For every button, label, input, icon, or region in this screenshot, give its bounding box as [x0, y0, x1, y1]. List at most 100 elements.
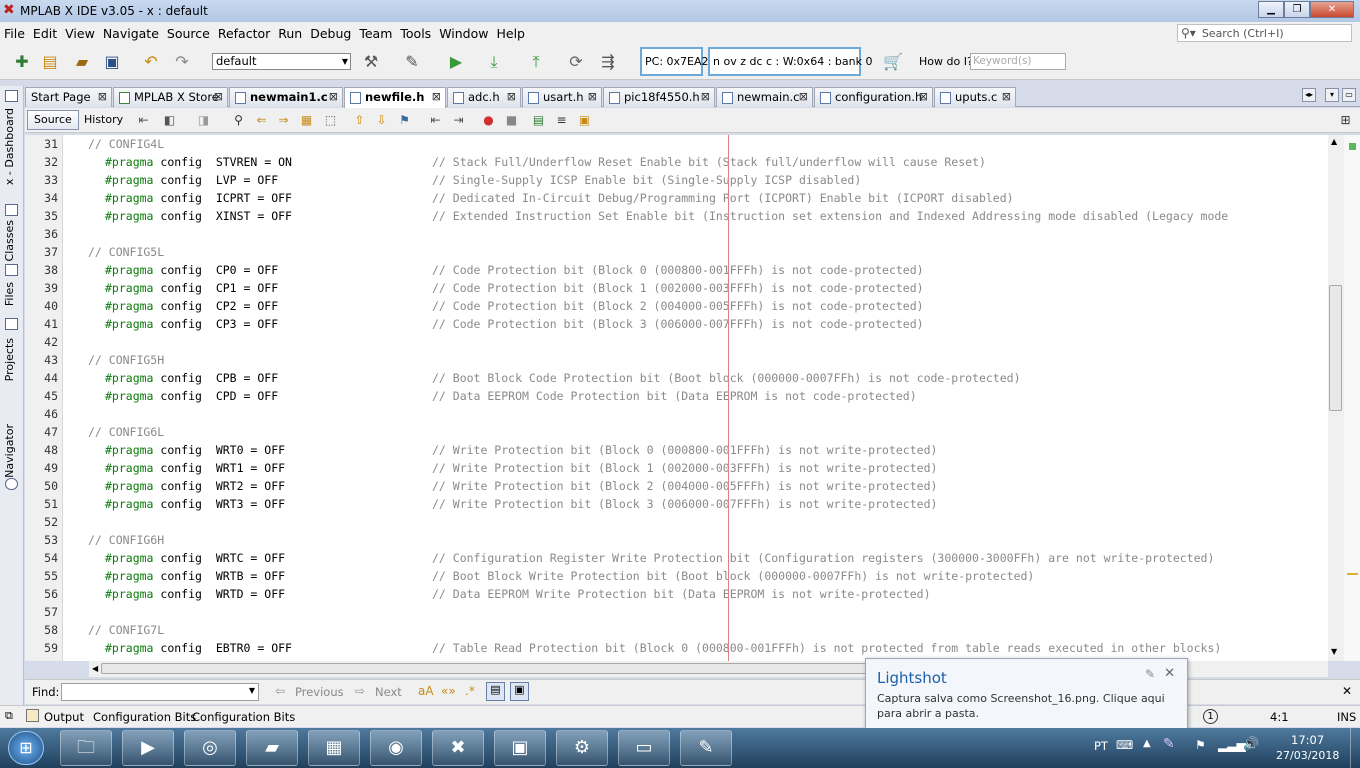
keyboard-icon[interactable]: ⌨: [1116, 738, 1133, 752]
cart-icon[interactable]: 🛒: [883, 52, 903, 72]
menu-team[interactable]: Team: [355, 26, 396, 41]
stop-macro-icon[interactable]: ■: [503, 112, 520, 128]
scroll-down-icon[interactable]: ▼: [1331, 647, 1337, 656]
clean-build-icon[interactable]: ✎: [402, 52, 422, 72]
configuration-select[interactable]: default ▼: [212, 53, 351, 70]
tools-taskbar-icon[interactable]: ⚙: [556, 730, 608, 766]
previous-arrow-icon[interactable]: ⇦: [275, 684, 285, 698]
menu-file[interactable]: File: [0, 26, 29, 41]
wrap-around-icon[interactable]: ▣: [510, 682, 529, 701]
tab-configuration-h[interactable]: configuration.h ⊠: [814, 87, 933, 107]
explorer-taskbar-icon[interactable]: 🗀: [60, 730, 112, 766]
next-bookmark-icon[interactable]: ⇩: [373, 112, 390, 128]
show-desktop-button[interactable]: [1350, 728, 1360, 768]
code-editor[interactable]: 31 32 33 34 35 36 37 38 39 40 41 42 43 44 45 46 47 48 49 50…: [25, 135, 1328, 661]
window-taskbar-icon[interactable]: ▭: [618, 730, 670, 766]
find-previous-button[interactable]: Previous: [295, 685, 344, 699]
next-arrow-icon[interactable]: ⇨: [355, 684, 365, 698]
close-icon[interactable]: ⊠: [214, 88, 223, 106]
build-hammer-icon[interactable]: ⚒: [361, 52, 381, 72]
menu-source[interactable]: Source: [163, 26, 214, 41]
chevron-down-icon[interactable]: ▼: [249, 686, 255, 695]
sidebar-tab-projects[interactable]: Projects: [3, 338, 16, 381]
record-macro-icon[interactable]: ●: [480, 112, 497, 128]
new-file-icon[interactable]: ▤: [40, 52, 60, 72]
last-edit-icon[interactable]: ⇤: [135, 112, 152, 128]
close-icon[interactable]: ✕: [1164, 666, 1175, 681]
chrome-taskbar-icon[interactable]: ◎: [184, 730, 236, 766]
close-icon[interactable]: ⊠: [799, 88, 808, 106]
app-taskbar-icon[interactable]: ◉: [370, 730, 422, 766]
editor-vertical-scrollbar[interactable]: ▲ ▼: [1328, 135, 1344, 661]
lightshot-notification[interactable]: Lightshot ✎ ✕ Captura salva como Screens…: [865, 658, 1188, 730]
maximize-button[interactable]: ❐: [1284, 1, 1310, 18]
highlight-results-icon[interactable]: ▤: [486, 682, 505, 701]
history-view-tab[interactable]: History: [77, 110, 130, 130]
toggle-highlight-icon[interactable]: ▦: [298, 112, 315, 128]
language-indicator[interactable]: PT: [1094, 739, 1108, 753]
menu-view[interactable]: View: [61, 26, 99, 41]
menu-run[interactable]: Run: [274, 26, 306, 41]
network-icon[interactable]: ▂▃▅: [1218, 738, 1246, 752]
notes-taskbar-icon[interactable]: ▰: [246, 730, 298, 766]
media-player-taskbar-icon[interactable]: ▶: [122, 730, 174, 766]
tab-pic18f4550-h[interactable]: pic18f4550.h ⊠: [603, 87, 715, 107]
refresh-icon[interactable]: ⟳: [566, 52, 586, 72]
close-icon[interactable]: ⊠: [588, 88, 597, 106]
action-center-icon[interactable]: ⚑: [1195, 738, 1206, 752]
uncomment-icon[interactable]: ≡: [553, 112, 570, 128]
menu-tools[interactable]: Tools: [396, 26, 435, 41]
sidebar-tab-files[interactable]: Files: [3, 282, 16, 306]
global-search-input[interactable]: ⚲▾ Search (Ctrl+I): [1177, 24, 1352, 42]
close-window-button[interactable]: ✕: [1310, 1, 1354, 18]
network-app-taskbar-icon[interactable]: ▣: [494, 730, 546, 766]
close-icon[interactable]: ⊠: [701, 88, 710, 106]
lightshot-tray-icon[interactable]: ✎: [1163, 736, 1175, 752]
tab-mplab-x-store[interactable]: MPLAB X Store ⊠: [113, 87, 228, 107]
menu-window[interactable]: Window: [435, 26, 492, 41]
match-case-icon[interactable]: aA: [418, 684, 434, 698]
notification-count-icon[interactable]: 1: [1203, 709, 1218, 724]
find-next-icon[interactable]: ⇒: [275, 112, 292, 128]
close-icon[interactable]: ⊠: [1002, 88, 1011, 106]
scrollbar-thumb[interactable]: [1329, 285, 1342, 411]
scroll-up-icon[interactable]: ▲: [1331, 137, 1337, 146]
menu-refactor[interactable]: Refactor: [214, 26, 274, 41]
menu-edit[interactable]: Edit: [29, 26, 61, 41]
undo-icon[interactable]: ↶: [141, 52, 161, 72]
redo-icon[interactable]: ↷: [172, 52, 192, 72]
tab-newfile-h[interactable]: newfile.h ⊠: [344, 87, 446, 108]
find-previous-icon[interactable]: ⇐: [253, 112, 270, 128]
tab-adc-h[interactable]: adc.h ⊠: [447, 87, 521, 107]
comment-icon[interactable]: ▤: [530, 112, 547, 128]
back-icon[interactable]: ◧: [161, 112, 178, 128]
format-icon[interactable]: ▣: [576, 112, 593, 128]
rect-selection-icon[interactable]: ⬚: [322, 112, 339, 128]
split-editor-icon[interactable]: ⊞: [1337, 112, 1354, 128]
menu-help[interactable]: Help: [492, 26, 529, 41]
calculator-taskbar-icon[interactable]: ▦: [308, 730, 360, 766]
tab-list-icon[interactable]: ▾: [1325, 88, 1339, 102]
volume-icon[interactable]: 🔊: [1243, 737, 1259, 752]
close-icon[interactable]: ⊠: [329, 88, 338, 106]
save-all-icon[interactable]: ▣: [102, 52, 122, 72]
shift-right-icon[interactable]: ⇥: [450, 112, 467, 128]
tab-start-page[interactable]: Start Page ⊠: [25, 87, 112, 107]
read-upload-icon[interactable]: ⤒: [526, 52, 546, 72]
find-next-button[interactable]: Next: [375, 685, 402, 699]
sidebar-tab-classes[interactable]: Classes: [3, 220, 16, 261]
menu-debug[interactable]: Debug: [306, 26, 355, 41]
start-button[interactable]: ⊞: [8, 731, 44, 765]
run-icon[interactable]: ▶: [446, 52, 466, 72]
clock-date[interactable]: 27/03/2018: [1276, 749, 1339, 762]
output-tab[interactable]: Output: [44, 710, 84, 724]
show-hidden-icons-icon[interactable]: ▲: [1143, 738, 1151, 749]
regex-icon[interactable]: .*: [465, 684, 475, 698]
mplab-taskbar-icon[interactable]: ✖: [432, 730, 484, 766]
maximize-editor-icon[interactable]: ▭: [1342, 88, 1356, 102]
source-view-tab[interactable]: Source: [27, 110, 79, 130]
configuration-bits-tab-2[interactable]: Configuration Bits: [192, 710, 295, 724]
close-icon[interactable]: ✕: [1342, 684, 1352, 698]
scroll-left-icon[interactable]: ◀: [92, 664, 98, 673]
close-icon[interactable]: ⊠: [432, 88, 441, 106]
